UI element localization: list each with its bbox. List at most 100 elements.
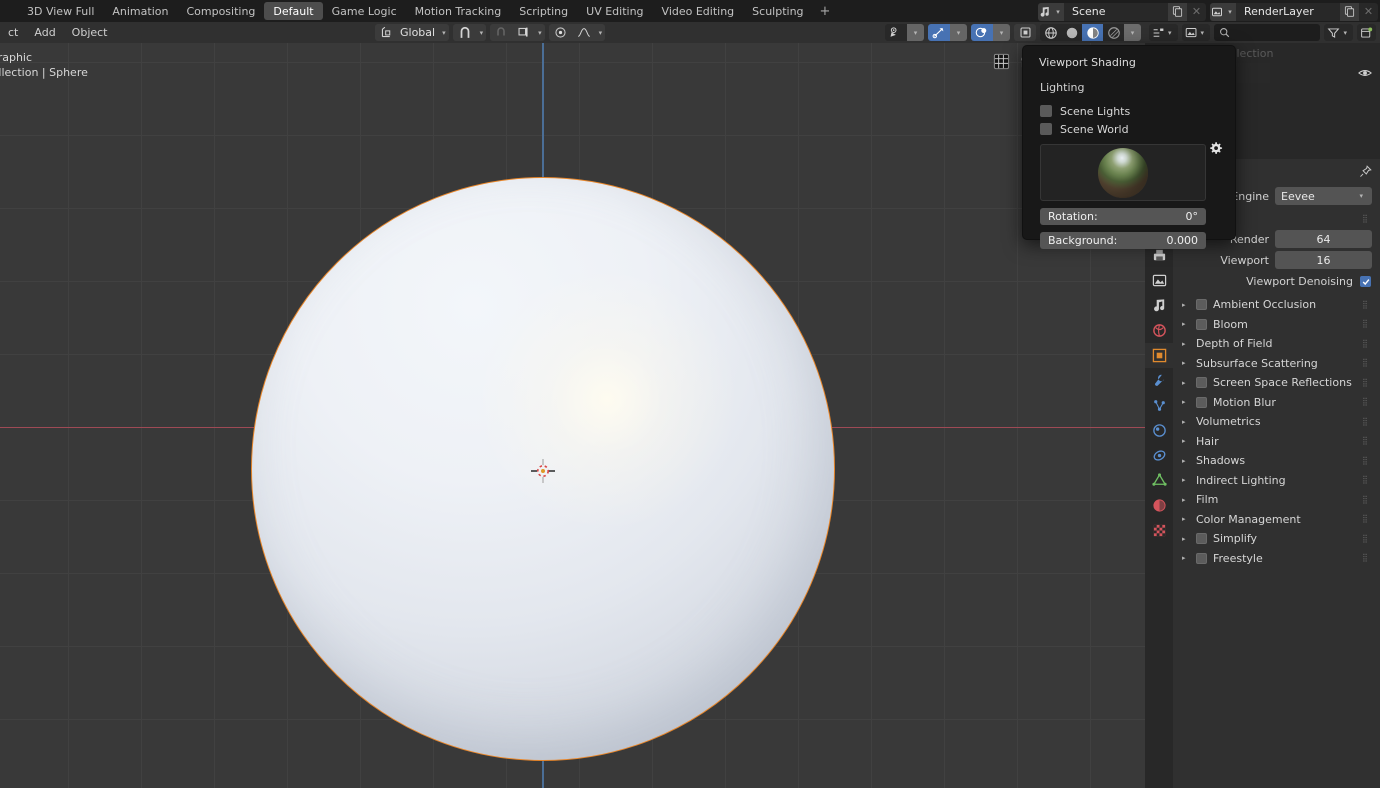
drag-grip-icon[interactable]: ⣿: [1362, 320, 1372, 328]
tab-texture-properties[interactable]: [1145, 518, 1173, 543]
triangle-right-icon[interactable]: ▸: [1182, 457, 1190, 465]
shading-material-preview-icon[interactable]: [1082, 24, 1103, 41]
triangle-right-icon[interactable]: ▸: [1182, 320, 1190, 328]
outliner-filter-id[interactable]: ▾: [1181, 24, 1211, 41]
proportional-edit-icon[interactable]: [549, 24, 572, 41]
delete-view-layer-icon[interactable]: ✕: [1359, 3, 1378, 21]
chevron-down-icon[interactable]: ▾: [477, 29, 487, 37]
eye-visibility-icon[interactable]: [1358, 67, 1372, 82]
workspace-tab-animation[interactable]: Animation: [103, 2, 177, 20]
panel-shadows[interactable]: ▸ Shadows ⣿: [1173, 451, 1380, 471]
triangle-right-icon[interactable]: ▸: [1182, 301, 1190, 309]
drag-grip-icon[interactable]: ⣿: [1362, 300, 1372, 308]
workspace-tab-game-logic[interactable]: Game Logic: [323, 2, 406, 20]
viewport-menu-2[interactable]: Object: [64, 22, 116, 43]
shading-solid-icon[interactable]: [1061, 24, 1082, 41]
triangle-right-icon[interactable]: ▸: [1182, 398, 1190, 406]
panel-enable-checkbox[interactable]: [1196, 318, 1207, 330]
xray-toggle-icon[interactable]: [1014, 24, 1036, 41]
scene-world-checkbox[interactable]: [1040, 123, 1052, 135]
visibility-control[interactable]: ▾: [885, 24, 924, 41]
add-workspace-button[interactable]: +: [813, 4, 838, 19]
background-slider[interactable]: Background: 0.000: [1040, 232, 1206, 249]
workspace-tab-compositing[interactable]: Compositing: [177, 2, 264, 20]
workspace-tab-uv-editing[interactable]: UV Editing: [577, 2, 652, 20]
chevron-down-icon[interactable]: ▾: [950, 24, 967, 41]
view-layer-name[interactable]: RenderLayer: [1236, 2, 1340, 21]
drag-grip-icon[interactable]: ⣿: [1362, 456, 1372, 464]
panel-simplify[interactable]: ▸ Simplify ⣿: [1173, 529, 1380, 549]
tab-output-properties[interactable]: [1145, 268, 1173, 293]
scene-lights-row[interactable]: Scene Lights: [1040, 102, 1226, 120]
pin-icon[interactable]: [1359, 165, 1372, 181]
snap-mode-control[interactable]: ▾: [490, 24, 545, 41]
drag-grip-icon[interactable]: ⣿: [1362, 534, 1372, 542]
shading-mode-group[interactable]: ▾: [1040, 24, 1141, 41]
snap-control[interactable]: ▾: [452, 24, 487, 41]
shading-rendered-icon[interactable]: [1103, 24, 1124, 41]
outliner-filter-button[interactable]: ▾: [1324, 24, 1353, 41]
triangle-right-icon[interactable]: ▸: [1182, 437, 1190, 445]
shading-popover-chevron-icon[interactable]: ▾: [1124, 24, 1141, 41]
3d-viewport[interactable]: ographic Collection | Sphere Z X Y: [0, 43, 1145, 788]
drag-grip-icon[interactable]: ⣿: [1362, 359, 1372, 367]
drag-grip-icon[interactable]: ⣿: [1362, 378, 1372, 386]
workspace-tab-video-editing[interactable]: Video Editing: [653, 2, 744, 20]
panel-enable-checkbox[interactable]: [1196, 377, 1207, 389]
panel-bloom[interactable]: ▸ Bloom ⣿: [1173, 315, 1380, 335]
transform-orientation-control[interactable]: Global ▾: [375, 24, 449, 41]
toggle-grid-icon[interactable]: [990, 50, 1012, 72]
rotation-slider[interactable]: Rotation: 0°: [1040, 208, 1206, 225]
new-scene-icon[interactable]: [1168, 2, 1187, 21]
gear-icon[interactable]: [1208, 141, 1223, 159]
chevron-down-icon[interactable]: ▾: [596, 29, 606, 37]
outliner-new-collection-button[interactable]: [1357, 24, 1376, 41]
new-view-layer-icon[interactable]: [1340, 2, 1359, 21]
scene-name[interactable]: Scene: [1064, 2, 1168, 21]
triangle-right-icon[interactable]: ▸: [1182, 379, 1190, 387]
viewport-shading-popover[interactable]: Viewport Shading Lighting Scene Lights S…: [1022, 45, 1236, 249]
workspace-tab-3d-view-full[interactable]: 3D View Full: [18, 2, 103, 20]
tab-object-data-properties[interactable]: [1145, 468, 1173, 493]
overlays-control[interactable]: ▾: [971, 24, 1010, 41]
outliner-display-mode[interactable]: ▾: [1149, 24, 1178, 41]
gizmo-toggle-icon[interactable]: [928, 24, 950, 41]
sample-value-field[interactable]: 16: [1275, 251, 1372, 269]
triangle-right-icon[interactable]: ▸: [1182, 476, 1190, 484]
chevron-down-icon[interactable]: ▾: [535, 29, 545, 37]
panel-enable-checkbox[interactable]: [1196, 299, 1207, 311]
chevron-down-icon[interactable]: ▾: [907, 24, 924, 41]
panel-hair[interactable]: ▸ Hair ⣿: [1173, 432, 1380, 452]
tab-particle-properties[interactable]: [1145, 393, 1173, 418]
panel-color-management[interactable]: ▸ Color Management ⣿: [1173, 510, 1380, 530]
drag-grip-icon[interactable]: ⣿: [1362, 495, 1372, 503]
panel-volumetrics[interactable]: ▸ Volumetrics ⣿: [1173, 412, 1380, 432]
sample-value-field[interactable]: 64: [1275, 230, 1372, 248]
snap-toggle-icon[interactable]: [490, 24, 513, 41]
panel-screen-space-reflections[interactable]: ▸ Screen Space Reflections ⣿: [1173, 373, 1380, 393]
view-layer-selector[interactable]: ▾ RenderLayer ✕: [1210, 2, 1378, 21]
panel-indirect-lighting[interactable]: ▸ Indirect Lighting ⣿: [1173, 471, 1380, 491]
object-visibility-icon[interactable]: [885, 24, 907, 41]
tab-object-properties[interactable]: [1145, 343, 1173, 368]
panel-enable-checkbox[interactable]: [1196, 533, 1207, 545]
delete-scene-icon[interactable]: ✕: [1187, 3, 1206, 21]
triangle-right-icon[interactable]: ▸: [1182, 535, 1190, 543]
panel-depth-of-field[interactable]: ▸ Depth of Field ⣿: [1173, 334, 1380, 354]
scene-lights-checkbox[interactable]: [1040, 105, 1052, 117]
chevron-down-icon[interactable]: ▾: [439, 29, 449, 37]
tab-modifier-properties[interactable]: [1145, 368, 1173, 393]
drag-grip-icon[interactable]: ⣿: [1362, 554, 1372, 562]
triangle-right-icon[interactable]: ▸: [1182, 359, 1190, 367]
panel-motion-blur[interactable]: ▸ Motion Blur ⣿: [1173, 393, 1380, 413]
hdri-preview-box[interactable]: [1040, 144, 1206, 201]
workspace-tab-motion-tracking[interactable]: Motion Tracking: [406, 2, 511, 20]
panel-enable-checkbox[interactable]: [1196, 396, 1207, 408]
viewport-menu-1[interactable]: Add: [26, 22, 63, 43]
drag-grip-icon[interactable]: ⣿: [1362, 339, 1372, 347]
chevron-down-icon[interactable]: ▾: [993, 24, 1010, 41]
proportional-edit-control[interactable]: ▾: [548, 24, 606, 41]
viewport-menu-0[interactable]: ct: [0, 22, 26, 43]
drag-grip-icon[interactable]: ⣿: [1362, 417, 1372, 425]
triangle-right-icon[interactable]: ▸: [1182, 496, 1190, 504]
